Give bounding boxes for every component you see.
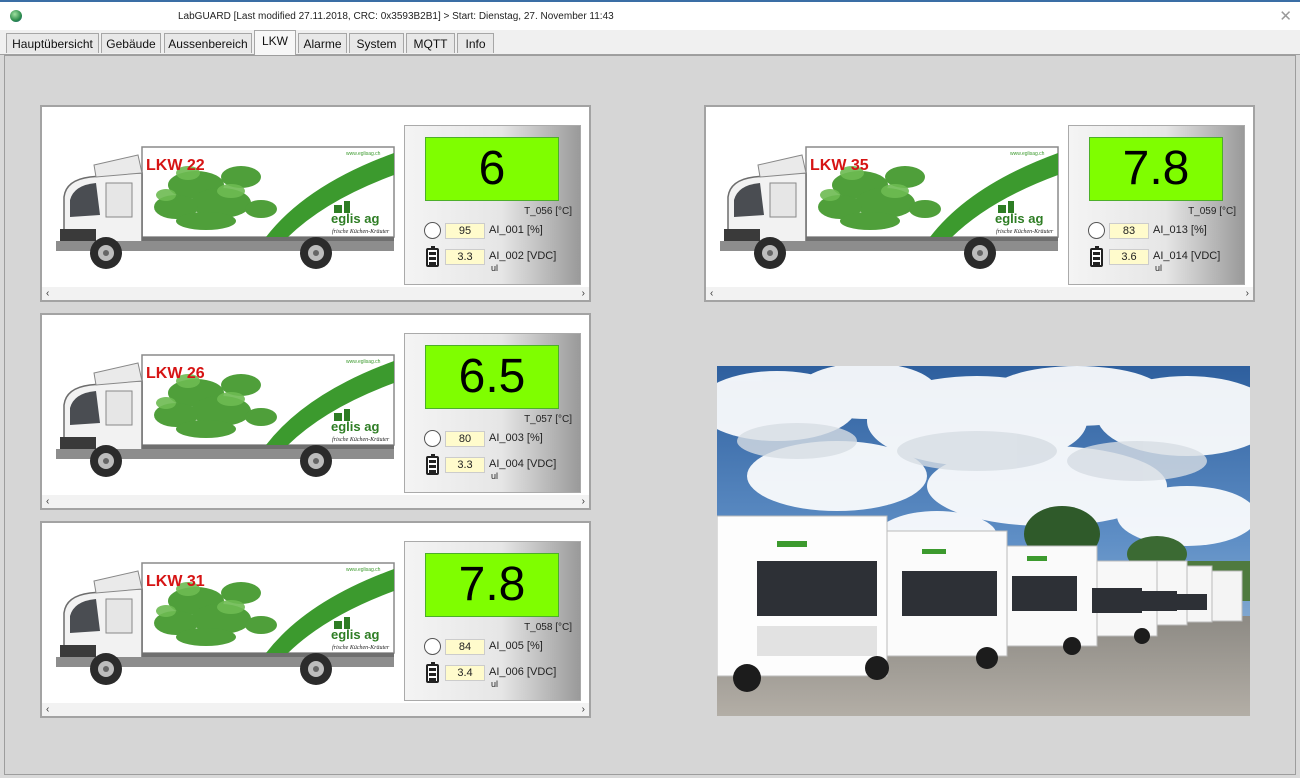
battery-icon — [426, 662, 439, 683]
truck-illustration: eglis ag frische Küchen-Kräuter www.egli… — [56, 562, 395, 685]
horizontal-scrollbar[interactable]: ‹ › — [42, 495, 589, 508]
tab-mqtt[interactable]: MQTT — [406, 33, 455, 53]
temperature-display: 7.8 — [425, 553, 559, 617]
humidity-label: AI_003 [%] — [489, 432, 543, 444]
scroll-right-icon[interactable]: › — [582, 288, 585, 299]
voltage-value: 3.4 — [445, 665, 485, 681]
voltage-value: 3.3 — [445, 457, 485, 473]
svg-text:www.eglisag.ch: www.eglisag.ch — [346, 359, 381, 365]
title-bar: LabGUARD [Last modified 27.11.2018, CRC:… — [0, 2, 1300, 30]
truck-panel: eglis ag frische Küchen-Kräuter www.egli… — [704, 105, 1255, 302]
temperature-gauge: 7.8 T_058 [°C] 84 AI_005 [%] 3.4 AI_006 … — [404, 541, 581, 701]
humidity-value: 80 — [445, 431, 485, 447]
humidity-sensor-icon — [1088, 222, 1105, 239]
tab-alarme[interactable]: Alarme — [298, 33, 347, 53]
app-globe-icon — [10, 10, 22, 22]
voltage-label: AI_004 [VDC] — [489, 458, 557, 470]
battery-icon — [1090, 246, 1103, 267]
truck-illustration: eglis ag frische Küchen-Kräuter www.egli… — [56, 146, 395, 269]
unit-suffix: ul — [1155, 263, 1163, 273]
truck-panel: eglis ag frische Küchen-Kräuter www.egli… — [40, 521, 591, 718]
tab-bar: Hauptübersicht Gebäude Aussenbereich LKW… — [0, 30, 1300, 55]
temperature-sensor-label: T_059 [°C] — [1188, 206, 1236, 217]
battery-icon — [426, 454, 439, 475]
voltage-label: AI_014 [VDC] — [1153, 250, 1221, 262]
svg-text:www.eglisag.ch: www.eglisag.ch — [346, 567, 381, 573]
humidity-label: AI_001 [%] — [489, 224, 543, 236]
svg-text:www.eglisag.ch: www.eglisag.ch — [1010, 151, 1045, 157]
humidity-sensor-icon — [424, 638, 441, 655]
humidity-sensor-icon — [424, 222, 441, 239]
humidity-label: AI_013 [%] — [1153, 224, 1207, 236]
truck-name: LKW 22 — [146, 157, 205, 174]
humidity-label: AI_005 [%] — [489, 640, 543, 652]
scroll-left-icon[interactable]: ‹ — [46, 496, 49, 507]
humidity-sensor-icon — [424, 430, 441, 447]
temperature-display: 6.5 — [425, 345, 559, 409]
window-title: LabGUARD [Last modified 27.11.2018, CRC:… — [178, 11, 614, 22]
scroll-left-icon[interactable]: ‹ — [46, 704, 49, 715]
tab-gebaeude[interactable]: Gebäude — [101, 33, 161, 53]
scroll-right-icon[interactable]: › — [582, 496, 585, 507]
svg-text:frische Küchen-Kräuter: frische Küchen-Kräuter — [996, 228, 1054, 235]
temperature-gauge: 7.8 T_059 [°C] 83 AI_013 [%] 3.6 AI_014 … — [1068, 125, 1245, 285]
tab-aussenbereich[interactable]: Aussenbereich — [164, 33, 252, 53]
tab-hauptuebersicht[interactable]: Hauptübersicht — [6, 33, 99, 53]
scroll-left-icon[interactable]: ‹ — [46, 288, 49, 299]
truck-name: LKW 31 — [146, 573, 205, 590]
scroll-right-icon[interactable]: › — [582, 704, 585, 715]
svg-text:www.eglisag.ch: www.eglisag.ch — [346, 151, 381, 157]
horizontal-scrollbar[interactable]: ‹ › — [42, 703, 589, 716]
voltage-value: 3.3 — [445, 249, 485, 265]
temperature-sensor-label: T_057 [°C] — [524, 414, 572, 425]
svg-text:frische Küchen-Kräuter: frische Küchen-Kräuter — [332, 644, 390, 651]
scroll-right-icon[interactable]: › — [1246, 288, 1249, 299]
voltage-label: AI_002 [VDC] — [489, 250, 557, 262]
temperature-display: 6 — [425, 137, 559, 201]
tab-info[interactable]: Info — [457, 33, 494, 53]
humidity-value: 84 — [445, 639, 485, 655]
temperature-sensor-label: T_056 [°C] — [524, 206, 572, 217]
horizontal-scrollbar[interactable]: ‹ › — [706, 287, 1253, 300]
temperature-gauge: 6.5 T_057 [°C] 80 AI_003 [%] 3.3 AI_004 … — [404, 333, 581, 493]
humidity-value: 95 — [445, 223, 485, 239]
unit-suffix: ul — [491, 263, 499, 273]
svg-text:eglis ag: eglis ag — [331, 211, 379, 226]
svg-text:frische Küchen-Kräuter: frische Küchen-Kräuter — [332, 228, 390, 235]
close-icon[interactable]: ✕ — [1279, 7, 1292, 25]
svg-text:eglis ag: eglis ag — [331, 627, 379, 642]
temperature-sensor-label: T_058 [°C] — [524, 622, 572, 633]
temperature-display: 7.8 — [1089, 137, 1223, 201]
unit-suffix: ul — [491, 471, 499, 481]
humidity-value: 83 — [1109, 223, 1149, 239]
voltage-value: 3.6 — [1109, 249, 1149, 265]
truck-illustration: eglis ag frische Küchen-Kräuter www.egli… — [720, 146, 1059, 269]
svg-text:frische Küchen-Kräuter: frische Küchen-Kräuter — [332, 436, 390, 443]
scroll-left-icon[interactable]: ‹ — [710, 288, 713, 299]
truck-name: LKW 35 — [810, 157, 869, 174]
svg-text:eglis ag: eglis ag — [331, 419, 379, 434]
truck-panel: eglis ag frische Küchen-Kräuter www.egli… — [40, 105, 591, 302]
tab-lkw[interactable]: LKW — [254, 30, 296, 55]
fleet-photo — [717, 366, 1250, 716]
voltage-label: AI_006 [VDC] — [489, 666, 557, 678]
svg-text:eglis ag: eglis ag — [995, 211, 1043, 226]
tab-system[interactable]: System — [349, 33, 404, 53]
horizontal-scrollbar[interactable]: ‹ › — [42, 287, 589, 300]
truck-illustration: eglis ag frische Küchen-Kräuter www.egli… — [56, 354, 395, 477]
unit-suffix: ul — [491, 679, 499, 689]
truck-name: LKW 26 — [146, 365, 205, 382]
truck-panel: eglis ag frische Küchen-Kräuter www.egli… — [40, 313, 591, 510]
battery-icon — [426, 246, 439, 267]
temperature-gauge: 6 T_056 [°C] 95 AI_001 [%] 3.3 AI_002 [V… — [404, 125, 581, 285]
